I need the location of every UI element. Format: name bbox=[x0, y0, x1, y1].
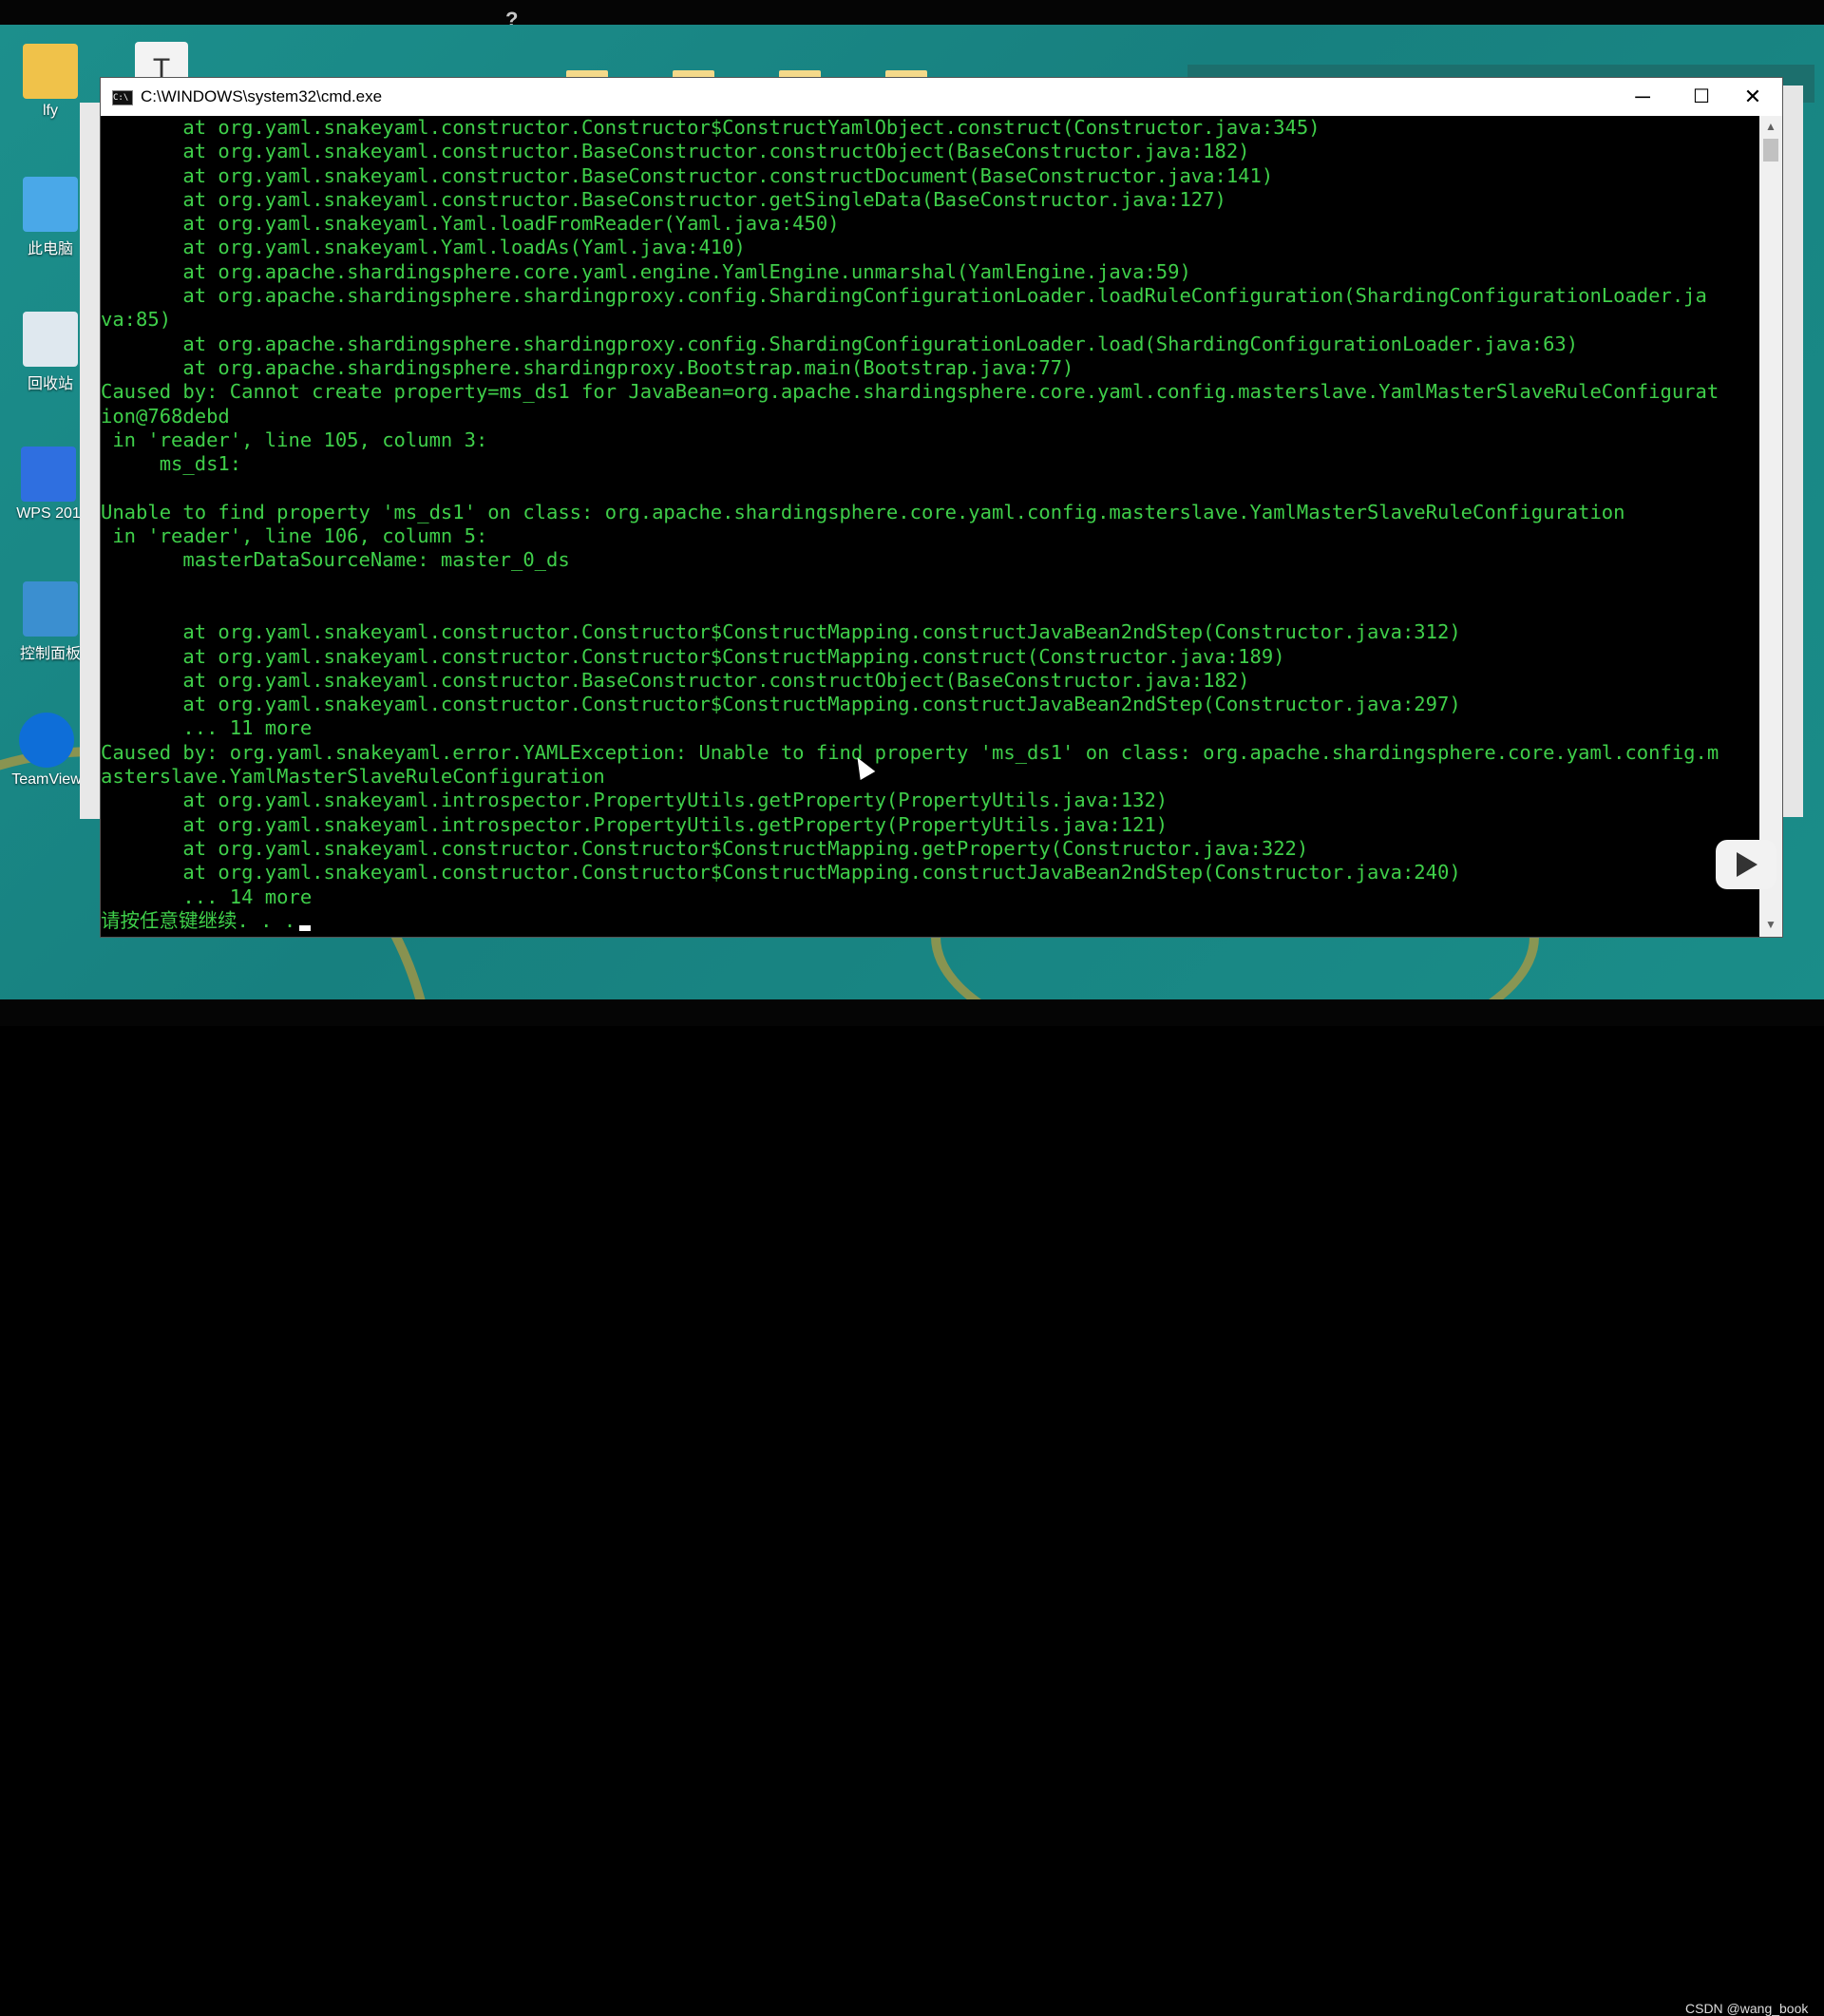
close-button[interactable]: ✕ bbox=[1723, 78, 1782, 116]
console-line: masterDataSourceName: master_0_ds bbox=[101, 548, 570, 572]
console-line: at org.yaml.snakeyaml.introspector.Prope… bbox=[101, 812, 1168, 836]
console-line: at org.yaml.snakeyaml.constructor.Constr… bbox=[101, 620, 1461, 644]
watermark: CSDN @wang_book bbox=[1685, 2001, 1809, 2016]
title-bar[interactable]: C:\ C:\WINDOWS\system32\cmd.exe ─ ☐ ✕ bbox=[101, 78, 1782, 116]
wps-icon bbox=[21, 447, 76, 502]
console-line: va:85) bbox=[101, 308, 172, 332]
console-line: at org.apache.shardingsphere.core.yaml.e… bbox=[101, 259, 1191, 283]
console-line: Caused by: Cannot create property=ms_ds1… bbox=[101, 380, 1720, 404]
maximize-button[interactable]: ☐ bbox=[1672, 78, 1731, 116]
top-black-bar: ? bbox=[0, 0, 1824, 31]
console-line: at org.yaml.snakeyaml.Yaml.loadAs(Yaml.j… bbox=[101, 236, 746, 259]
scrollbar-thumb[interactable] bbox=[1763, 139, 1778, 162]
console-line: ms_ds1: bbox=[101, 452, 242, 476]
vertical-scrollbar[interactable]: ▲ ▼ bbox=[1759, 116, 1782, 937]
desktop-icon-label: WPS 201 bbox=[16, 505, 81, 522]
window-title: C:\WINDOWS\system32\cmd.exe bbox=[141, 87, 383, 105]
console-line: at org.yaml.snakeyaml.constructor.BaseCo… bbox=[101, 163, 1274, 187]
console-line: at org.yaml.snakeyaml.constructor.Constr… bbox=[101, 644, 1285, 668]
desktop-icon-label: 此电脑 bbox=[27, 241, 73, 257]
console-line: asterslave.YamlMasterSlaveRuleConfigurat… bbox=[101, 765, 605, 789]
desktop-icon-label: TeamView bbox=[11, 771, 82, 788]
desktop-icon-label: 控制面板 bbox=[19, 646, 81, 662]
desktop-icon-wps[interactable]: WPS 201 bbox=[6, 447, 91, 523]
console-line: at org.yaml.snakeyaml.constructor.Constr… bbox=[101, 861, 1461, 884]
bottom-black-bar: CSDN @wang_book bbox=[0, 999, 1824, 2016]
minimize-button[interactable]: ─ bbox=[1613, 78, 1672, 116]
console-line: in 'reader', line 105, column 3: bbox=[101, 428, 488, 451]
console-line: at org.yaml.snakeyaml.constructor.BaseCo… bbox=[101, 668, 1250, 692]
console-line: at org.apache.shardingsphere.shardingpro… bbox=[101, 284, 1707, 308]
play-icon bbox=[1737, 852, 1758, 877]
console-line: at org.apache.shardingsphere.shardingpro… bbox=[101, 355, 1074, 379]
console-line: at org.yaml.snakeyaml.constructor.Constr… bbox=[101, 116, 1320, 139]
console-line: Unable to find property 'ms_ds1' on clas… bbox=[101, 500, 1625, 523]
console-line: ... 14 more bbox=[101, 884, 313, 908]
video-play-button[interactable] bbox=[1716, 840, 1776, 889]
console-line: at org.yaml.snakeyaml.Yaml.loadFromReade… bbox=[101, 212, 840, 236]
cmd-window[interactable]: C:\ C:\WINDOWS\system32\cmd.exe ─ ☐ ✕ at… bbox=[101, 78, 1782, 937]
computer-icon bbox=[23, 177, 78, 232]
console-line: ion@768debd bbox=[101, 404, 230, 428]
console-prompt: 请按任意键继续. . . bbox=[101, 908, 296, 932]
console-output[interactable]: at org.yaml.snakeyaml.constructor.Constr… bbox=[101, 116, 1759, 937]
text-cursor bbox=[299, 924, 312, 931]
desktop-icon-label: 回收站 bbox=[27, 376, 73, 392]
recycle-bin-icon bbox=[23, 312, 78, 367]
desktop-icon-label: lfy bbox=[43, 103, 58, 119]
teamviewer-icon bbox=[19, 713, 74, 768]
console-text: at org.yaml.snakeyaml.constructor.Constr… bbox=[101, 116, 1759, 909]
console-line: at org.yaml.snakeyaml.constructor.Constr… bbox=[101, 836, 1309, 860]
console-line: at org.yaml.snakeyaml.constructor.BaseCo… bbox=[101, 187, 1226, 211]
console-line: at org.apache.shardingsphere.shardingpro… bbox=[101, 332, 1579, 355]
scroll-up-arrow-icon[interactable]: ▲ bbox=[1759, 120, 1782, 133]
control-panel-icon bbox=[23, 581, 78, 637]
console-prompt-line: 请按任意键继续. . . bbox=[101, 909, 1759, 933]
console-line: in 'reader', line 106, column 5: bbox=[101, 524, 488, 548]
console-line: at org.yaml.snakeyaml.introspector.Prope… bbox=[101, 789, 1168, 812]
desktop-icon-teamviewer[interactable]: TeamView bbox=[4, 713, 89, 789]
console-line: Caused by: org.yaml.snakeyaml.error.YAML… bbox=[101, 740, 1720, 764]
cmd-icon: C:\ bbox=[112, 90, 133, 105]
console-line: at org.yaml.snakeyaml.constructor.BaseCo… bbox=[101, 140, 1250, 163]
console-line: at org.yaml.snakeyaml.constructor.Constr… bbox=[101, 693, 1461, 716]
user-folder-icon bbox=[23, 44, 78, 99]
console-line: ... 11 more bbox=[101, 716, 313, 740]
scroll-down-arrow-icon[interactable]: ▼ bbox=[1759, 918, 1782, 931]
